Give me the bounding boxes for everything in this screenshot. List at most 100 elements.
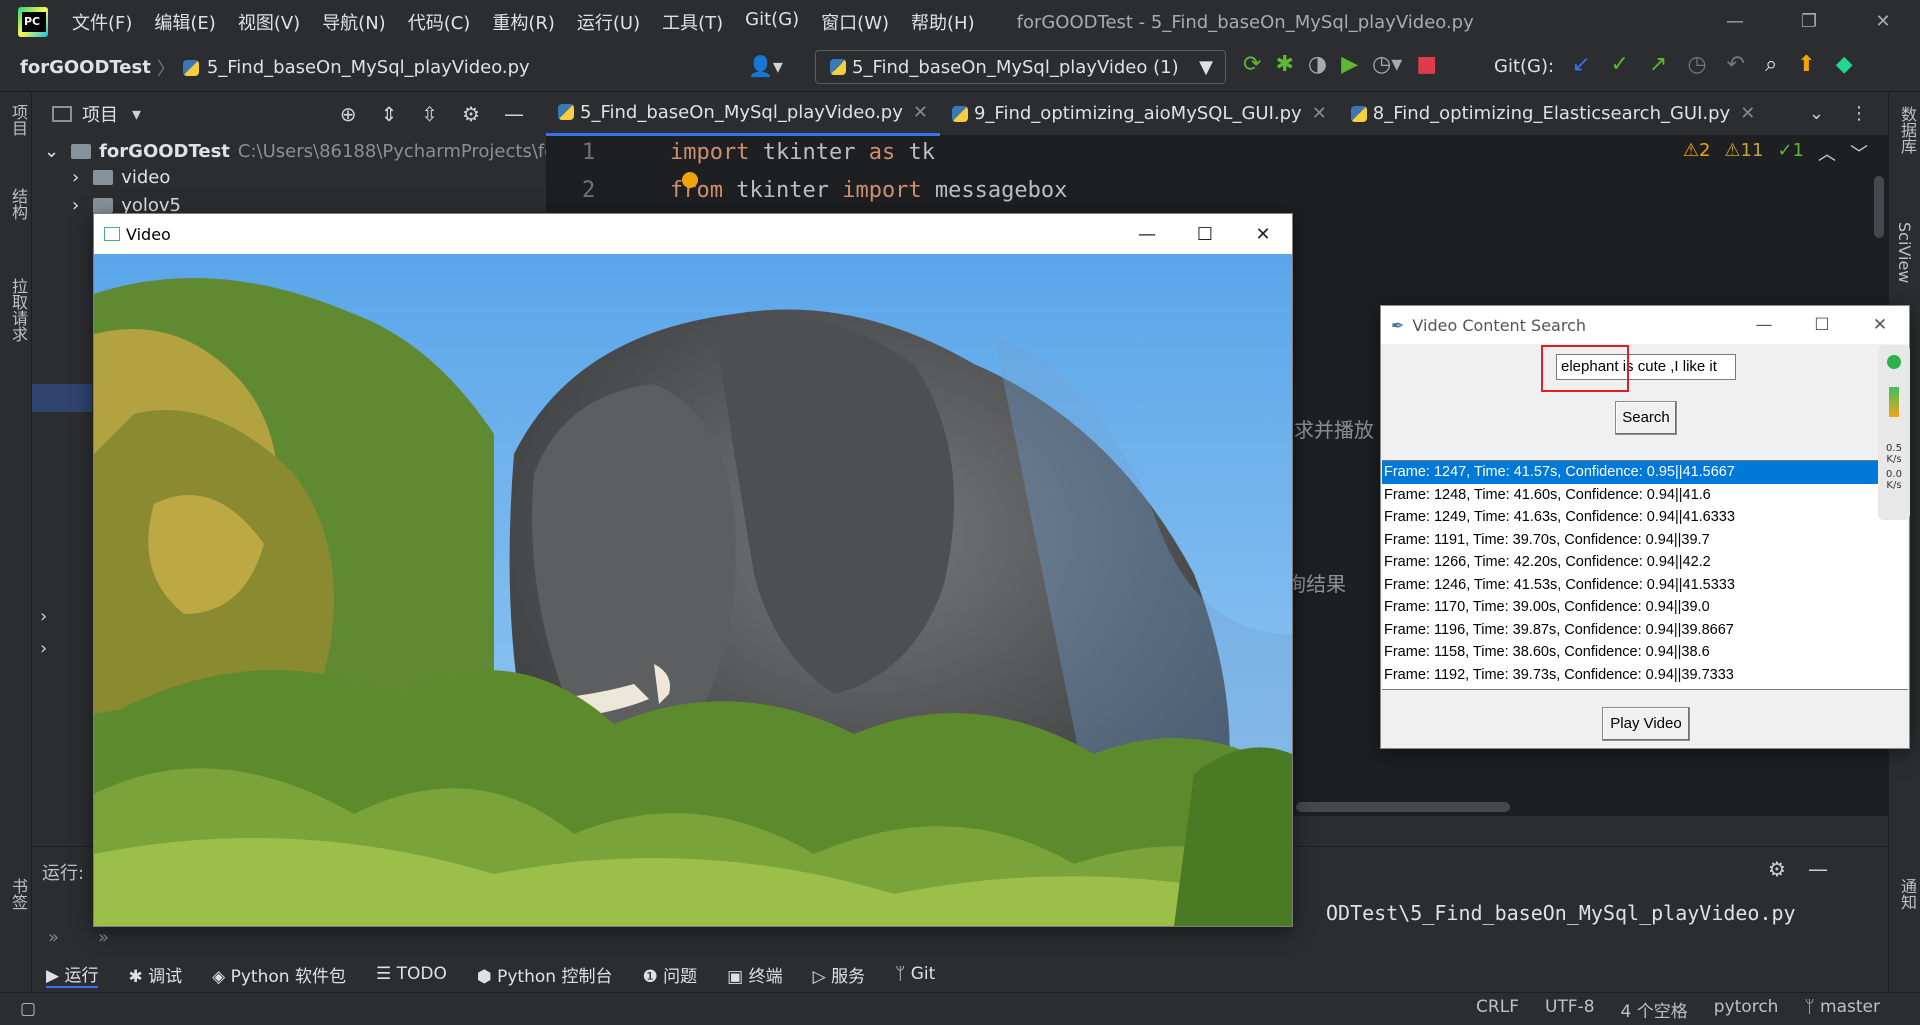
rerun-icon[interactable]: ⟳ <box>1243 52 1261 77</box>
menu-help[interactable]: 帮助(H) <box>911 9 975 35</box>
tab-playvideo[interactable]: 5_Find_baseOn_MySql_playVideo.py ✕ <box>546 91 940 136</box>
git-push-icon[interactable]: ↗ <box>1649 52 1667 77</box>
profile-icon[interactable]: ◷▾ <box>1372 52 1402 77</box>
tool-tab-bookmarks[interactable]: 书签 <box>6 878 30 910</box>
chevron-down-icon[interactable]: ⌄ <box>1809 103 1824 124</box>
menu-file[interactable]: 文件(F) <box>72 9 132 35</box>
status-branch[interactable]: ᛘ master <box>1804 997 1880 1022</box>
more-icon[interactable]: ⋮ <box>1850 103 1868 124</box>
lightbulb-icon[interactable] <box>682 172 698 188</box>
tab-git[interactable]: ᛘ Git <box>895 964 935 984</box>
project-panel-title[interactable]: 项目 <box>82 101 118 127</box>
expand-icon[interactable]: » <box>98 927 109 948</box>
close-icon[interactable]: ✕ <box>1846 0 1920 44</box>
list-item[interactable]: Frame: 1170, Time: 39.00s, Confidence: 0… <box>1382 596 1908 619</box>
git-update-icon[interactable]: ↙ <box>1572 52 1590 77</box>
play-video-button[interactable]: Play Video <box>1602 707 1690 741</box>
git-rollback-icon[interactable]: ↶ <box>1727 52 1745 77</box>
menu-refactor[interactable]: 重构(R) <box>492 9 555 35</box>
list-item[interactable]: Frame: 1247, Time: 41.57s, Confidence: 0… <box>1382 461 1908 484</box>
search-icon[interactable]: ⌕ <box>1765 52 1777 77</box>
hide-icon[interactable]: — <box>1808 857 1828 881</box>
tab-aiomysql[interactable]: 9_Find_optimizing_aioMySQL_GUI.py ✕ <box>940 92 1339 136</box>
list-item[interactable]: Frame: 1249, Time: 41.63s, Confidence: 0… <box>1382 506 1908 529</box>
coverage-icon[interactable]: ◑ <box>1308 52 1327 77</box>
git-commit-icon[interactable]: ✓ <box>1610 52 1628 77</box>
chevron-down-icon[interactable]: ﹀ <box>1850 140 1868 166</box>
status-line-separator[interactable]: CRLF <box>1476 997 1519 1022</box>
status-interpreter[interactable]: pytorch <box>1714 997 1779 1022</box>
tool-tab-structure[interactable]: 结构 <box>6 188 30 220</box>
list-item[interactable]: Frame: 1266, Time: 42.20s, Confidence: 0… <box>1382 551 1908 574</box>
tree-item-video[interactable]: › video <box>72 162 170 192</box>
tab-services[interactable]: ▷ 服务 <box>813 962 865 987</box>
hide-icon[interactable]: — <box>504 102 524 126</box>
run-icon[interactable]: ▶ <box>1341 52 1358 77</box>
tool-tab-pull-requests[interactable]: 拉取请求 <box>6 278 30 342</box>
maximize-icon[interactable]: ☐ <box>1793 315 1851 335</box>
close-icon[interactable]: ✕ <box>1234 224 1292 245</box>
user-icon[interactable]: 👤▾ <box>748 54 783 78</box>
status-encoding[interactable]: UTF-8 <box>1545 997 1595 1022</box>
menu-git[interactable]: Git(G) <box>745 9 799 35</box>
tab-todo[interactable]: ☰ TODO <box>376 964 447 984</box>
expand-all-icon[interactable]: ⇕ <box>381 102 398 126</box>
chevron-right-icon[interactable]: › <box>40 606 47 627</box>
close-icon[interactable]: ✕ <box>913 102 928 123</box>
menu-edit[interactable]: 编辑(E) <box>154 9 215 35</box>
list-item[interactable]: Frame: 1191, Time: 39.70s, Confidence: 0… <box>1382 529 1908 552</box>
restore-icon[interactable]: ❐ <box>1772 0 1846 44</box>
breadcrumb-project[interactable]: forGOODTest <box>20 57 151 78</box>
gear-icon[interactable]: ⚙ <box>1768 857 1786 881</box>
menu-run[interactable]: 运行(U) <box>577 9 640 35</box>
tab-terminal[interactable]: ▣ 终端 <box>727 962 782 987</box>
maximize-icon[interactable]: ☐ <box>1176 224 1234 245</box>
horizontal-scrollbar[interactable] <box>1296 802 1510 812</box>
menu-view[interactable]: 视图(V) <box>238 9 300 35</box>
tab-problems[interactable]: ❶ 问题 <box>642 962 697 987</box>
debug-icon[interactable]: ✱ <box>1275 52 1293 77</box>
status-indent[interactable]: 4 个空格 <box>1621 997 1688 1022</box>
layout-icon[interactable]: ▢ <box>20 999 36 1019</box>
tab-debug[interactable]: ✱ 调试 <box>128 962 182 987</box>
git-history-icon[interactable]: ◷ <box>1687 52 1706 77</box>
menu-tools[interactable]: 工具(T) <box>662 9 723 35</box>
menu-navigate[interactable]: 导航(N) <box>322 9 386 35</box>
minimize-icon[interactable]: — <box>1735 315 1793 335</box>
menu-window[interactable]: 窗口(W) <box>821 9 889 35</box>
close-icon[interactable]: ✕ <box>1740 103 1755 124</box>
update-icon[interactable]: ⬆ <box>1797 52 1815 77</box>
tool-tab-notifications[interactable]: 通知 <box>1895 878 1919 910</box>
tab-run[interactable]: ▶ 运行 <box>46 961 99 988</box>
list-item[interactable]: Frame: 1158, Time: 38.60s, Confidence: 0… <box>1382 641 1908 664</box>
menu-code[interactable]: 代码(C) <box>408 9 471 35</box>
locate-icon[interactable]: ⊕ <box>340 102 357 126</box>
tool-tab-sciview[interactable]: SciView <box>1895 222 1914 283</box>
tab-python-console[interactable]: ⬢ Python 控制台 <box>477 962 613 987</box>
breadcrumb-file[interactable]: 5_Find_baseOn_MySql_playVideo.py <box>207 57 530 78</box>
stop-icon[interactable]: ■ <box>1416 52 1437 77</box>
minimize-icon[interactable]: — <box>1118 224 1176 245</box>
list-item[interactable]: Frame: 1192, Time: 39.73s, Confidence: 0… <box>1382 664 1908 687</box>
close-icon[interactable]: ✕ <box>1851 315 1909 335</box>
plugin-icon[interactable]: ◆ <box>1836 52 1853 77</box>
search-button[interactable]: Search <box>1615 401 1677 435</box>
results-listbox[interactable]: Frame: 1247, Time: 41.57s, Confidence: 0… <box>1382 460 1908 690</box>
gear-icon[interactable]: ⚙ <box>462 102 480 126</box>
chevron-up-icon[interactable]: ︿ <box>1818 140 1836 166</box>
tool-tab-database[interactable]: 数据库 <box>1895 106 1919 154</box>
collapse-all-icon[interactable]: ⇳ <box>421 102 438 126</box>
expand-icon[interactable]: » <box>48 927 59 948</box>
chevron-right-icon[interactable]: › <box>40 638 47 659</box>
list-item[interactable]: Frame: 1248, Time: 41.60s, Confidence: 0… <box>1382 484 1908 507</box>
vertical-scrollbar[interactable] <box>1874 176 1884 238</box>
tool-tab-project[interactable]: 项目 <box>6 104 30 136</box>
run-config-select[interactable]: 5_Find_baseOn_MySql_playVideo (1) ▼ <box>815 50 1226 84</box>
tab-python-packages[interactable]: ◈ Python 软件包 <box>212 962 346 987</box>
tab-elasticsearch[interactable]: 8_Find_optimizing_Elasticsearch_GUI.py ✕ <box>1339 92 1768 136</box>
chevron-down-icon[interactable]: ▾ <box>132 104 141 125</box>
list-item[interactable]: Frame: 1246, Time: 41.53s, Confidence: 0… <box>1382 574 1908 597</box>
list-item[interactable]: Frame: 1196, Time: 39.87s, Confidence: 0… <box>1382 619 1908 642</box>
inspection-widget[interactable]: ⚠2 ⚠11 ✓1 ︿ ﹀ <box>1683 140 1868 166</box>
close-icon[interactable]: ✕ <box>1312 103 1327 124</box>
